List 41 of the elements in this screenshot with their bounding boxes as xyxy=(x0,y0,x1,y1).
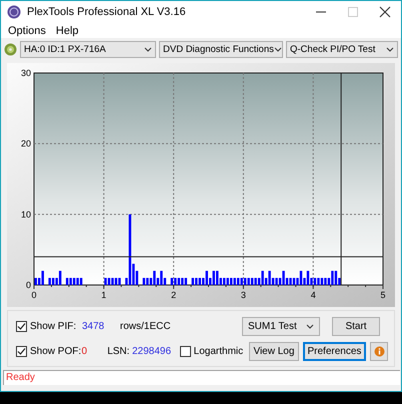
preferences-button[interactable]: Preferences xyxy=(302,342,366,361)
info-button[interactable] xyxy=(370,342,388,361)
close-icon[interactable] xyxy=(378,5,392,19)
checkbox[interactable] xyxy=(16,346,27,357)
axis-label: 0 xyxy=(32,290,36,300)
test-dropdown[interactable]: SUM1 Test xyxy=(242,317,320,336)
axis-label: 5 xyxy=(380,290,386,300)
axis-label: 3 xyxy=(240,290,246,300)
pof-value: 0 xyxy=(82,346,88,357)
checkbox-label: Show POF: xyxy=(30,346,82,357)
axis-label: 2 xyxy=(171,290,176,300)
dropdown[interactable]: Q-Check PI/PO Test xyxy=(286,40,398,58)
checkbox-label: Show PIF: xyxy=(30,321,78,332)
caret-icon[interactable] xyxy=(274,46,282,52)
disc-icon xyxy=(4,42,17,56)
units-label: rows/1ECC xyxy=(120,321,172,332)
dropdown[interactable]: HA:0 ID:1 PX-716A xyxy=(20,40,156,58)
lsn-label: LSN: xyxy=(107,346,131,357)
window-title: PlexTools Professional XL V3.16 xyxy=(27,6,187,18)
axis-label: 1 xyxy=(101,290,106,300)
axis-label: 0 xyxy=(26,280,31,290)
checkbox-label: Logarthmic xyxy=(194,346,244,357)
axis-label: 30 xyxy=(20,68,31,78)
checkbox[interactable] xyxy=(180,346,191,357)
axis-label: 20 xyxy=(20,138,31,149)
menu-item[interactable]: Help xyxy=(50,24,84,36)
axis-label: 4 xyxy=(310,290,316,300)
axis-label: 10 xyxy=(20,209,31,220)
dropdown[interactable]: DVD Diagnostic Functions xyxy=(159,40,283,58)
caret-icon[interactable] xyxy=(306,324,314,329)
checkbox[interactable] xyxy=(16,321,27,332)
pif-value: 3478 xyxy=(82,321,106,332)
app-icon xyxy=(7,5,21,19)
start-button[interactable]: Start xyxy=(332,317,380,336)
lsn-value: 2298496 xyxy=(132,346,172,357)
info-icon xyxy=(374,346,385,357)
caret-icon[interactable] xyxy=(144,46,152,52)
menu-item[interactable]: Options xyxy=(3,24,51,36)
view-log-button[interactable]: View Log xyxy=(249,342,299,361)
status-text: Ready xyxy=(6,372,35,383)
caret-icon[interactable] xyxy=(386,46,394,52)
